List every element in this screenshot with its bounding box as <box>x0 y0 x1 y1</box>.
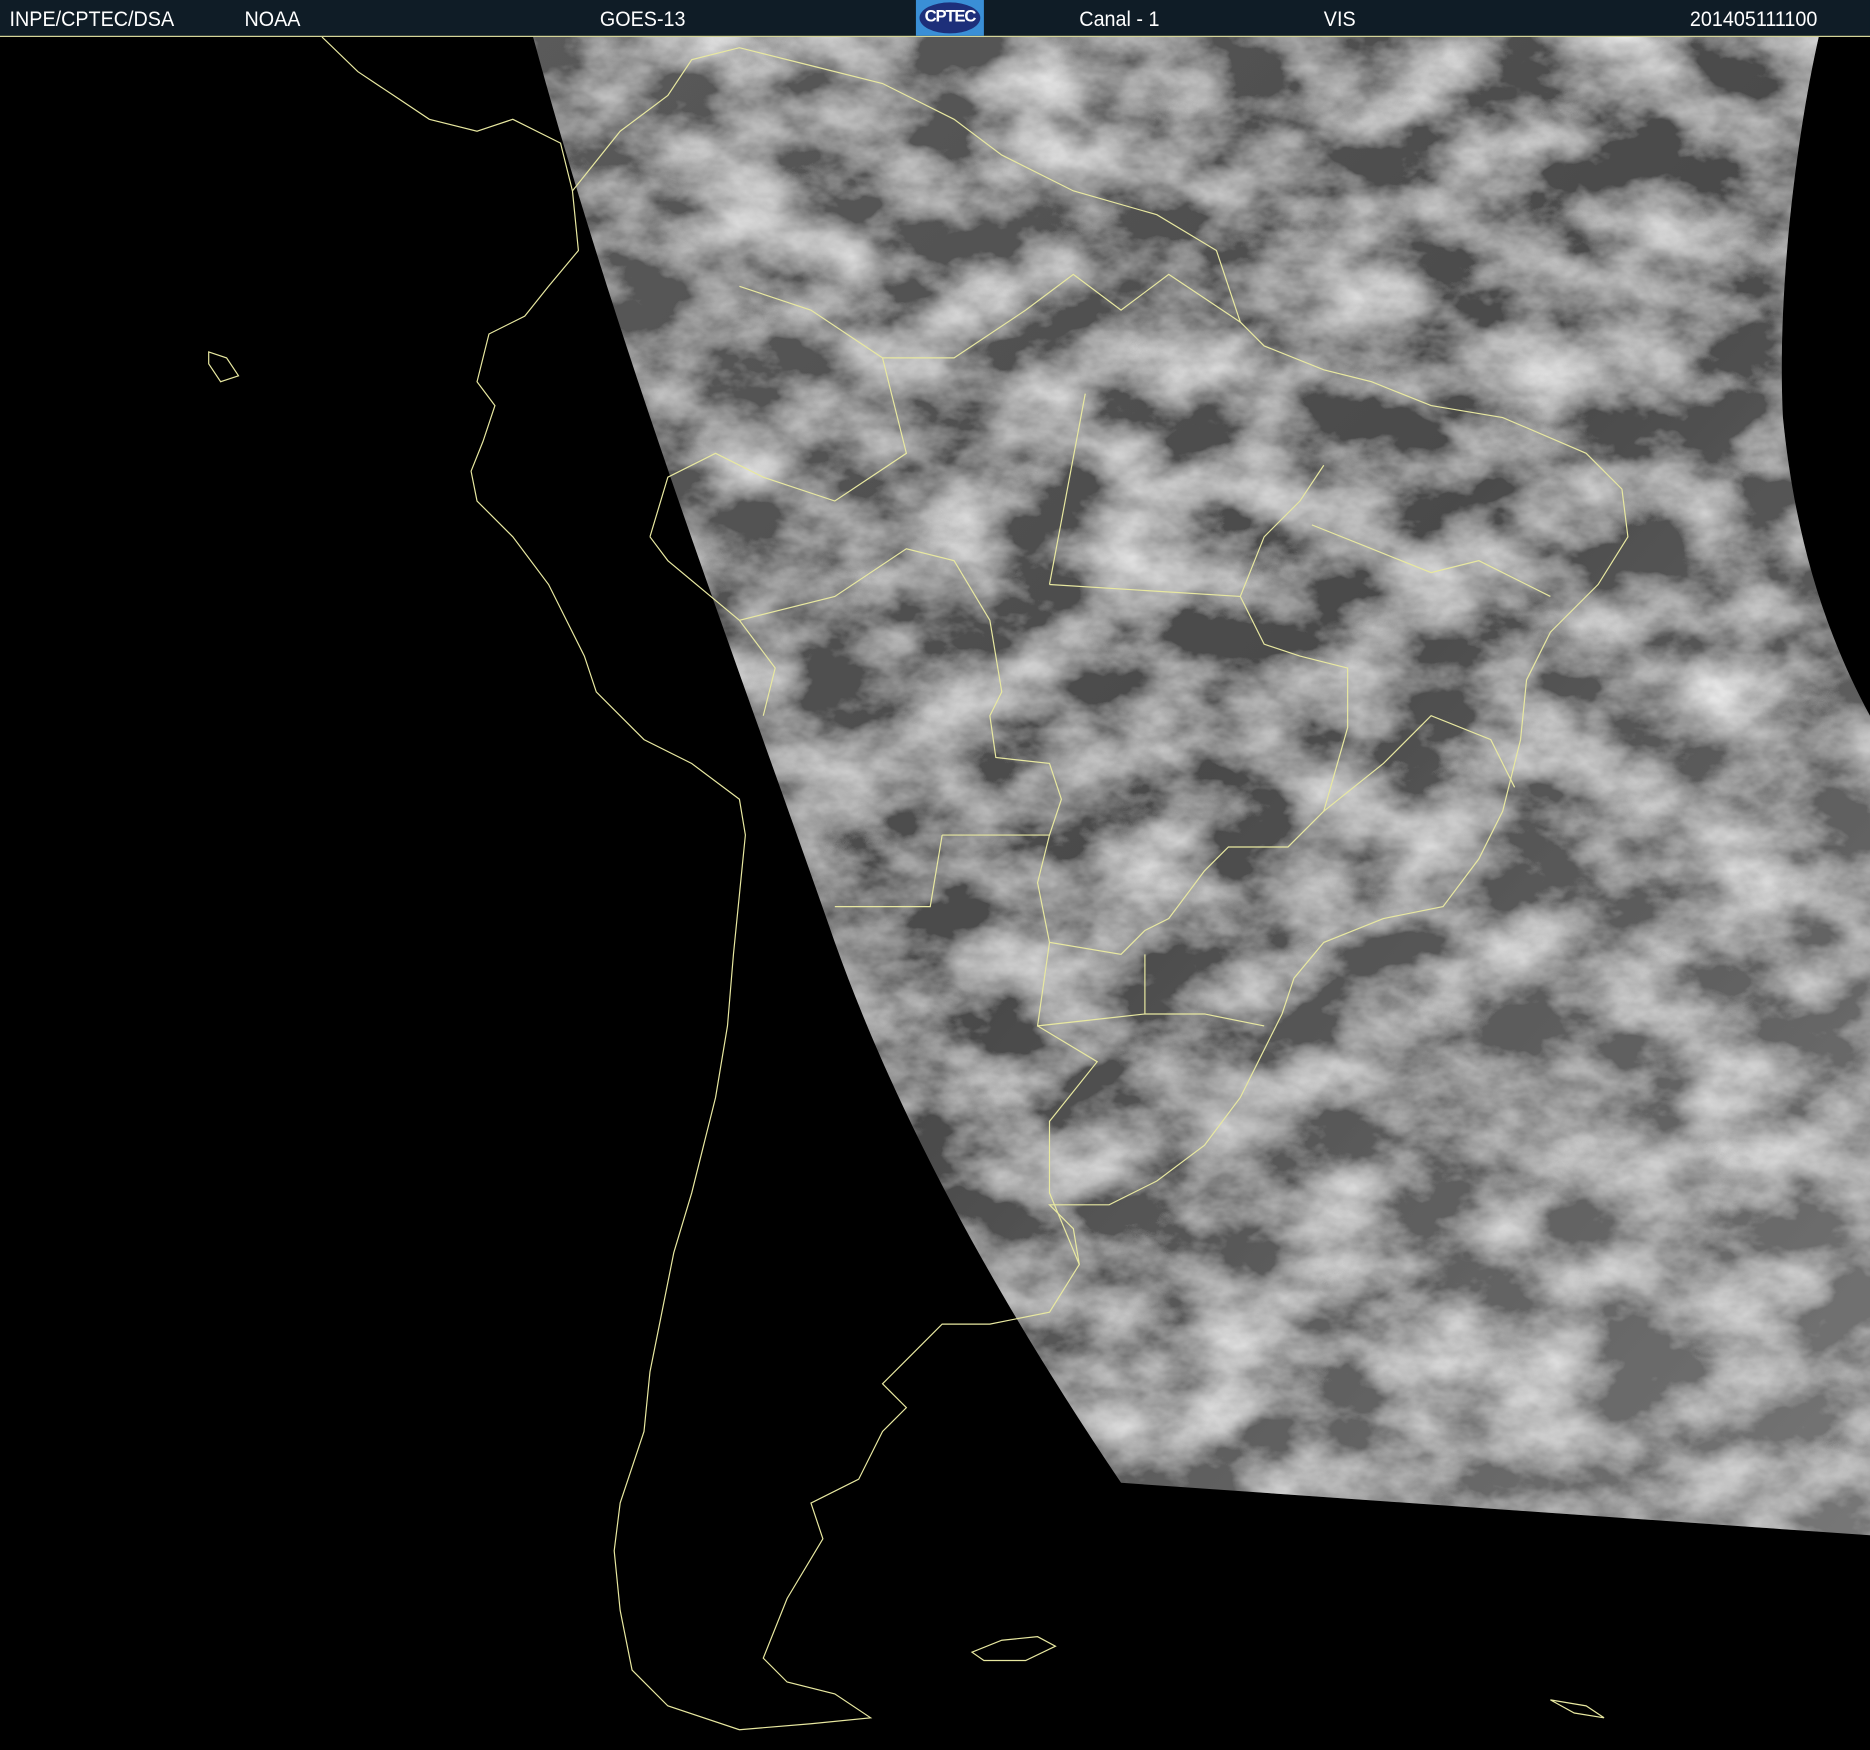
galapagos-islands <box>208 351 240 383</box>
south-georgia-island <box>1550 1699 1605 1719</box>
cptec-logo: CPTEC <box>915 0 984 36</box>
satellite-label: GOES-13 <box>599 7 686 32</box>
institution-label: INPE/CPTEC/DSA <box>9 7 175 32</box>
falkland-islands <box>970 1636 1057 1662</box>
satellite-image-viewer: INPE/CPTEC/DSA NOAA GOES-13 CPTEC Canal … <box>0 0 1870 1750</box>
satellite-map <box>208 36 1870 1731</box>
header-bar: INPE/CPTEC/DSA NOAA GOES-13 CPTEC Canal … <box>0 0 1870 37</box>
band-label: VIS <box>1323 7 1356 32</box>
earth-disk <box>533 36 1870 1536</box>
channel-label: Canal - 1 <box>1079 7 1160 32</box>
timestamp-label: 201405111100 <box>1689 7 1818 32</box>
agency-label: NOAA <box>244 7 301 32</box>
logo-text: CPTEC <box>924 5 977 26</box>
coastline-central-america <box>321 36 574 192</box>
